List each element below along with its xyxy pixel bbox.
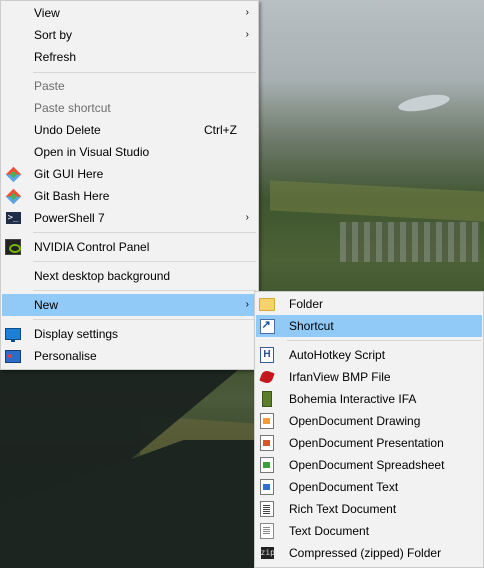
submenu-item-irfanview-bmp[interactable]: IrfanView BMP File [256, 366, 482, 388]
menu-item-label: Next desktop background [34, 269, 171, 283]
menu-item-label: Bohemia Interactive IFA [289, 392, 417, 406]
odg-icon [259, 413, 275, 429]
odt-icon [259, 479, 275, 495]
menu-separator [33, 72, 256, 73]
menu-item-view[interactable]: View › [2, 2, 257, 24]
menu-item-label: New [34, 298, 59, 312]
menu-item-paste-shortcut[interactable]: Paste shortcut [2, 97, 257, 119]
menu-item-label: Paste shortcut [34, 101, 111, 115]
menu-item-paste[interactable]: Paste [2, 75, 257, 97]
menu-item-new[interactable]: New › [2, 294, 257, 316]
menu-separator [33, 232, 256, 233]
menu-item-label: OpenDocument Spreadsheet [289, 458, 445, 472]
desktop-context-menu: View › Sort by › Refresh Paste Paste sho… [0, 0, 259, 370]
personalise-icon [5, 348, 21, 364]
shortcut-icon [259, 318, 275, 334]
menu-item-git-bash-here[interactable]: Git Bash Here [2, 185, 257, 207]
submenu-item-odp[interactable]: OpenDocument Presentation [256, 432, 482, 454]
menu-item-label: Git Bash Here [34, 189, 110, 203]
git-icon [5, 188, 21, 204]
menu-item-open-in-visual-studio[interactable]: Open in Visual Studio [2, 141, 257, 163]
odp-icon [259, 435, 275, 451]
nvidia-icon [5, 239, 21, 255]
wallpaper-town [340, 222, 480, 262]
wallpaper-aircraft-wing [0, 440, 260, 568]
menu-item-label: Folder [289, 297, 324, 311]
menu-item-personalise[interactable]: Personalise [2, 345, 257, 367]
menu-item-label: Display settings [34, 327, 119, 341]
new-submenu: Folder Shortcut H AutoHotkey Script Irfa… [254, 291, 484, 568]
menu-item-label: OpenDocument Presentation [289, 436, 444, 450]
keyboard-shortcut: Ctrl+Z [204, 123, 237, 137]
text-document-icon [259, 523, 275, 539]
menu-separator [33, 319, 256, 320]
menu-separator [33, 290, 256, 291]
powershell-icon: >_ [5, 210, 21, 226]
menu-item-next-desktop-background[interactable]: Next desktop background [2, 265, 257, 287]
menu-item-label: Text Document [289, 524, 370, 538]
menu-item-sort-by[interactable]: Sort by › [2, 24, 257, 46]
menu-item-undo-delete[interactable]: Undo Delete Ctrl+Z [2, 119, 257, 141]
menu-item-label: Undo Delete [34, 123, 101, 137]
menu-item-label: AutoHotkey Script [289, 348, 386, 362]
menu-item-label: View [34, 6, 60, 20]
menu-item-label: OpenDocument Text [289, 480, 399, 494]
submenu-item-rich-text[interactable]: Rich Text Document [256, 498, 482, 520]
menu-item-label: PowerShell 7 [34, 211, 105, 225]
ods-icon [259, 457, 275, 473]
chevron-right-icon: › [245, 7, 249, 18]
chevron-right-icon: › [245, 299, 249, 310]
rtf-icon [259, 501, 275, 517]
menu-item-label: OpenDocument Drawing [289, 414, 421, 428]
autohotkey-icon: H [259, 347, 275, 363]
menu-item-label: Rich Text Document [289, 502, 397, 516]
menu-item-display-settings[interactable]: Display settings [2, 323, 257, 345]
folder-icon [259, 296, 275, 312]
menu-item-label: NVIDIA Control Panel [34, 240, 150, 254]
irfanview-icon [259, 369, 275, 385]
menu-item-powershell-7[interactable]: >_ PowerShell 7 › [2, 207, 257, 229]
submenu-item-odg[interactable]: OpenDocument Drawing [256, 410, 482, 432]
submenu-item-autohotkey-script[interactable]: H AutoHotkey Script [256, 344, 482, 366]
menu-item-label: Shortcut [289, 319, 334, 333]
submenu-item-folder[interactable]: Folder [256, 293, 482, 315]
bohemia-icon [259, 391, 275, 407]
menu-item-nvidia-control-panel[interactable]: NVIDIA Control Panel [2, 236, 257, 258]
display-icon [5, 326, 21, 342]
submenu-item-text-document[interactable]: Text Document [256, 520, 482, 542]
git-icon [5, 166, 21, 182]
submenu-item-ods[interactable]: OpenDocument Spreadsheet [256, 454, 482, 476]
menu-item-label: Compressed (zipped) Folder [289, 546, 442, 560]
zip-folder-icon: zip [260, 547, 275, 559]
menu-item-label: Paste [34, 79, 65, 93]
submenu-item-shortcut[interactable]: Shortcut [256, 315, 482, 337]
submenu-item-zip-folder[interactable]: zip Compressed (zipped) Folder [256, 542, 482, 564]
menu-item-label: Personalise [34, 349, 97, 363]
menu-separator [287, 340, 481, 341]
menu-item-label: IrfanView BMP File [289, 370, 391, 384]
menu-item-label: Git GUI Here [34, 167, 104, 181]
submenu-item-odt[interactable]: OpenDocument Text [256, 476, 482, 498]
chevron-right-icon: › [245, 212, 249, 223]
menu-separator [33, 261, 256, 262]
chevron-right-icon: › [245, 29, 249, 40]
menu-item-label: Refresh [34, 50, 77, 64]
menu-item-label: Open in Visual Studio [34, 145, 150, 159]
menu-item-refresh[interactable]: Refresh [2, 46, 257, 68]
submenu-item-bohemia-ifa[interactable]: Bohemia Interactive IFA [256, 388, 482, 410]
menu-item-label: Sort by [34, 28, 73, 42]
menu-item-git-gui-here[interactable]: Git GUI Here [2, 163, 257, 185]
